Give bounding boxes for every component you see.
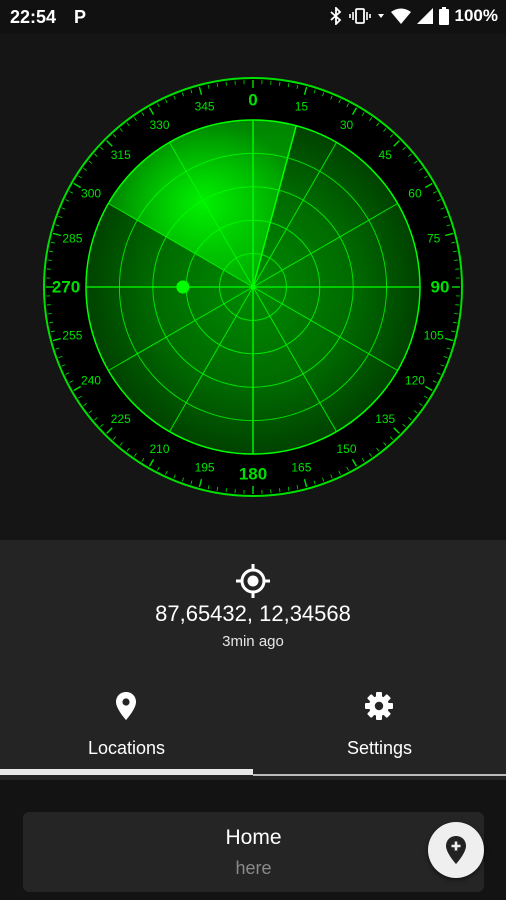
radar-bearing-label: 150 (336, 442, 356, 456)
radar-bearing-label: 30 (340, 118, 354, 132)
location-title: Home (225, 826, 282, 849)
tab-locations[interactable]: Locations (0, 680, 253, 770)
add-location-icon (446, 836, 466, 864)
tab-selected-indicator (0, 769, 253, 775)
radar-bearing-label: 105 (424, 328, 444, 342)
radar-bearing-label: 255 (62, 328, 82, 342)
gear-icon (365, 692, 393, 720)
tab-divider (253, 774, 506, 776)
radar-center (250, 284, 256, 290)
radar-bearing-label: 165 (291, 461, 311, 475)
radar-bearing-label: 210 (149, 442, 169, 456)
radar-tick (279, 81, 281, 86)
radar-tick (454, 313, 459, 315)
location-pin-icon (116, 692, 136, 720)
radar-bearing-label: 345 (195, 99, 215, 113)
radar-cardinal-label: 180 (239, 465, 267, 484)
radar-cardinal-label: 90 (431, 278, 450, 297)
tab-settings[interactable]: Settings (253, 680, 506, 770)
wifi-icon (390, 8, 411, 24)
radar-cardinal-label: 0 (248, 91, 257, 110)
tab-locations-label: Locations (87, 738, 166, 758)
vibrate-icon (348, 8, 371, 24)
parking-app-icon: P (74, 7, 87, 27)
radar-tick (225, 81, 227, 86)
status-time: 22:54 (10, 7, 57, 27)
radar-bearing-label: 135 (375, 412, 395, 426)
radar-tick (454, 259, 459, 261)
radar-bearing-label: 330 (149, 118, 169, 132)
radar-bearing-label: 45 (379, 148, 393, 162)
status-icons: 100% (329, 6, 498, 26)
data-arrows-icon (377, 14, 384, 18)
radar-bearing-label: 300 (81, 187, 101, 201)
list-item[interactable]: Home here (23, 812, 484, 892)
radar-tick (47, 313, 52, 315)
location-info-panel: 87,65432, 12,34568 3min ago Locations Se… (0, 540, 506, 780)
radar-bearing-label: 75 (427, 232, 441, 246)
radar-tick (279, 488, 281, 493)
tab-settings-label: Settings (346, 738, 413, 758)
location-subtitle: here (235, 858, 272, 878)
radar-bearing-label: 120 (405, 374, 425, 388)
last-update-text: 3min ago (222, 633, 284, 650)
radar-bearing-label: 60 (408, 187, 422, 201)
add-location-button[interactable] (428, 822, 484, 878)
coordinates-text: 87,65432, 12,34568 (155, 601, 351, 626)
radar-bearing-label: 225 (111, 412, 131, 426)
radar-tick (225, 488, 227, 493)
radar-view: 15 30 45 60 75 105 120 135 150 165 195 210 225 240 255… (0, 34, 506, 540)
status-bar: 22:54 P 100% (0, 0, 506, 34)
battery-percentage: 100% (454, 6, 498, 25)
radar-scope: 15 30 45 60 75 105 120 135 150 165 195 210 225 240 255… (43, 77, 463, 497)
radar-tick (47, 259, 52, 261)
radar-bearing-label: 15 (295, 99, 309, 113)
gps-fixed-icon[interactable] (235, 563, 271, 599)
radar-bearing-label: 285 (62, 232, 82, 246)
radar-cardinal-label: 270 (52, 278, 80, 297)
radar-bearing-label: 195 (195, 461, 215, 475)
signal-icon (416, 8, 433, 24)
radar-target-blip (176, 280, 190, 294)
radar-bearing-label: 315 (111, 148, 131, 162)
radar-bearing-label: 240 (81, 374, 101, 388)
bluetooth-icon (329, 7, 341, 25)
battery-icon (438, 7, 449, 25)
